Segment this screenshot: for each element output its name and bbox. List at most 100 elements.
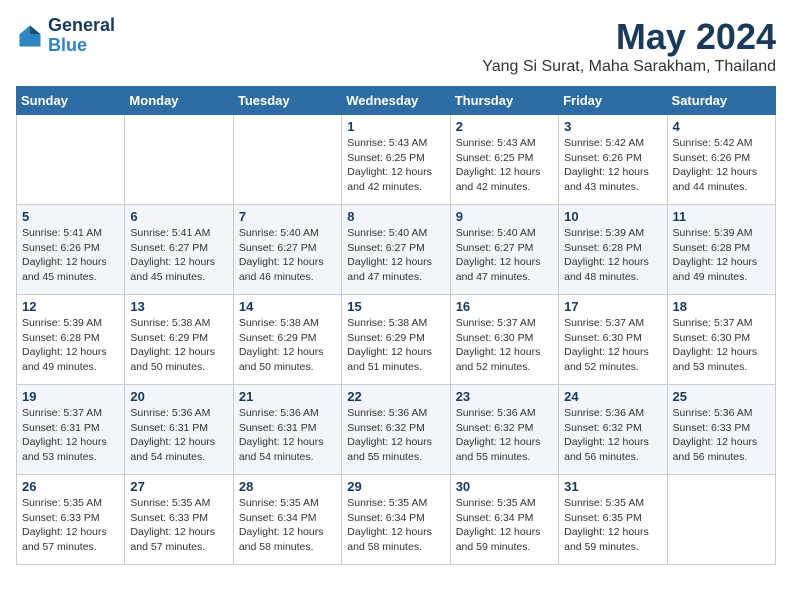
- day-number: 21: [239, 389, 336, 404]
- day-info: Sunrise: 5:42 AM Sunset: 6:26 PM Dayligh…: [673, 136, 770, 195]
- day-info: Sunrise: 5:43 AM Sunset: 6:25 PM Dayligh…: [456, 136, 553, 195]
- calendar-cell: 28 Sunrise: 5:35 AM Sunset: 6:34 PM Dayli…: [233, 475, 341, 565]
- calendar-cell: [17, 115, 125, 205]
- calendar-week-row: 19Sunrise: 5:37 AM Sunset: 6:31 PM Dayli…: [17, 385, 776, 475]
- calendar-cell: 6 Sunrise: 5:41 AM Sunset: 6:27 PM Daylig…: [125, 205, 233, 295]
- day-info: Sunrise: 5:35 AM Sunset: 6:35 PM Dayligh…: [564, 496, 661, 555]
- calendar-cell: 27 Sunrise: 5:35 AM Sunset: 6:33 PM Dayli…: [125, 475, 233, 565]
- day-number: 4: [673, 119, 770, 134]
- day-info: Sunrise: 5:38 AM Sunset: 6:29 PM Dayligh…: [130, 316, 227, 375]
- column-header-thursday: Thursday: [450, 87, 558, 115]
- day-info: Sunrise: 5:36 AM Sunset: 6:31 PM Dayligh…: [130, 406, 227, 465]
- calendar-cell: [667, 475, 775, 565]
- calendar-title: May 2024: [482, 16, 776, 58]
- day-number: 26: [22, 479, 119, 494]
- day-info: Sunrise: 5:37 AM Sunset: 6:31 PM Dayligh…: [22, 406, 119, 465]
- day-number: 12: [22, 299, 119, 314]
- day-info: Sunrise: 5:35 AM Sunset: 6:34 PM Dayligh…: [239, 496, 336, 555]
- calendar-cell: 31 Sunrise: 5:35 AM Sunset: 6:35 PM Dayli…: [559, 475, 667, 565]
- day-number: 20: [130, 389, 227, 404]
- day-number: 6: [130, 209, 227, 224]
- day-info: Sunrise: 5:43 AM Sunset: 6:25 PM Dayligh…: [347, 136, 444, 195]
- calendar-cell: 15Sunrise: 5:38 AM Sunset: 6:29 PM Dayli…: [342, 295, 450, 385]
- calendar-cell: 14 Sunrise: 5:38 AM Sunset: 6:29 PM Dayli…: [233, 295, 341, 385]
- day-number: 13: [130, 299, 227, 314]
- day-number: 18: [673, 299, 770, 314]
- calendar-cell: 9 Sunrise: 5:40 AM Sunset: 6:27 PM Daylig…: [450, 205, 558, 295]
- day-number: 8: [347, 209, 444, 224]
- day-info: Sunrise: 5:39 AM Sunset: 6:28 PM Dayligh…: [673, 226, 770, 285]
- calendar-subtitle: Yang Si Surat, Maha Sarakham, Thailand: [482, 58, 776, 76]
- title-block: May 2024 Yang Si Surat, Maha Sarakham, T…: [482, 16, 776, 76]
- column-header-friday: Friday: [559, 87, 667, 115]
- day-info: Sunrise: 5:36 AM Sunset: 6:31 PM Dayligh…: [239, 406, 336, 465]
- day-number: 3: [564, 119, 661, 134]
- day-info: Sunrise: 5:39 AM Sunset: 6:28 PM Dayligh…: [564, 226, 661, 285]
- calendar-cell: 13 Sunrise: 5:38 AM Sunset: 6:29 PM Dayli…: [125, 295, 233, 385]
- calendar-cell: 26 Sunrise: 5:35 AM Sunset: 6:33 PM Dayli…: [17, 475, 125, 565]
- page-header: General Blue May 2024 Yang Si Surat, Mah…: [16, 16, 776, 76]
- day-number: 14: [239, 299, 336, 314]
- calendar-cell: 19Sunrise: 5:37 AM Sunset: 6:31 PM Dayli…: [17, 385, 125, 475]
- day-info: Sunrise: 5:42 AM Sunset: 6:26 PM Dayligh…: [564, 136, 661, 195]
- calendar-week-row: 5Sunrise: 5:41 AM Sunset: 6:26 PM Daylig…: [17, 205, 776, 295]
- day-info: Sunrise: 5:41 AM Sunset: 6:27 PM Dayligh…: [130, 226, 227, 285]
- day-info: Sunrise: 5:36 AM Sunset: 6:32 PM Dayligh…: [347, 406, 444, 465]
- calendar-cell: 3 Sunrise: 5:42 AM Sunset: 6:26 PM Daylig…: [559, 115, 667, 205]
- calendar-cell: 17 Sunrise: 5:37 AM Sunset: 6:30 PM Dayli…: [559, 295, 667, 385]
- day-info: Sunrise: 5:35 AM Sunset: 6:33 PM Dayligh…: [130, 496, 227, 555]
- day-number: 9: [456, 209, 553, 224]
- day-number: 15: [347, 299, 444, 314]
- day-number: 27: [130, 479, 227, 494]
- day-number: 16: [456, 299, 553, 314]
- calendar-cell: 12Sunrise: 5:39 AM Sunset: 6:28 PM Dayli…: [17, 295, 125, 385]
- column-header-monday: Monday: [125, 87, 233, 115]
- day-number: 23: [456, 389, 553, 404]
- calendar-cell: 24 Sunrise: 5:36 AM Sunset: 6:32 PM Dayli…: [559, 385, 667, 475]
- day-info: Sunrise: 5:36 AM Sunset: 6:32 PM Dayligh…: [564, 406, 661, 465]
- calendar-cell: 21 Sunrise: 5:36 AM Sunset: 6:31 PM Dayli…: [233, 385, 341, 475]
- calendar-header-row: SundayMondayTuesdayWednesdayThursdayFrid…: [17, 87, 776, 115]
- calendar-cell: 23 Sunrise: 5:36 AM Sunset: 6:32 PM Dayli…: [450, 385, 558, 475]
- logo: General Blue: [16, 16, 115, 56]
- column-header-sunday: Sunday: [17, 87, 125, 115]
- column-header-tuesday: Tuesday: [233, 87, 341, 115]
- day-info: Sunrise: 5:35 AM Sunset: 6:33 PM Dayligh…: [22, 496, 119, 555]
- calendar-week-row: 12Sunrise: 5:39 AM Sunset: 6:28 PM Dayli…: [17, 295, 776, 385]
- day-info: Sunrise: 5:38 AM Sunset: 6:29 PM Dayligh…: [239, 316, 336, 375]
- day-number: 31: [564, 479, 661, 494]
- calendar-cell: [125, 115, 233, 205]
- calendar-cell: 8 Sunrise: 5:40 AM Sunset: 6:27 PM Daylig…: [342, 205, 450, 295]
- day-info: Sunrise: 5:36 AM Sunset: 6:32 PM Dayligh…: [456, 406, 553, 465]
- day-number: 17: [564, 299, 661, 314]
- calendar-cell: 22 Sunrise: 5:36 AM Sunset: 6:32 PM Dayli…: [342, 385, 450, 475]
- day-number: 29: [347, 479, 444, 494]
- calendar-cell: 25Sunrise: 5:36 AM Sunset: 6:33 PM Dayli…: [667, 385, 775, 475]
- calendar-week-row: 1Sunrise: 5:43 AM Sunset: 6:25 PM Daylig…: [17, 115, 776, 205]
- day-info: Sunrise: 5:35 AM Sunset: 6:34 PM Dayligh…: [347, 496, 444, 555]
- day-info: Sunrise: 5:35 AM Sunset: 6:34 PM Dayligh…: [456, 496, 553, 555]
- calendar-cell: 5Sunrise: 5:41 AM Sunset: 6:26 PM Daylig…: [17, 205, 125, 295]
- calendar-cell: 7Sunrise: 5:40 AM Sunset: 6:27 PM Daylig…: [233, 205, 341, 295]
- day-number: 28: [239, 479, 336, 494]
- calendar-cell: 18 Sunrise: 5:37 AM Sunset: 6:30 PM Dayli…: [667, 295, 775, 385]
- day-number: 22: [347, 389, 444, 404]
- calendar-cell: 29 Sunrise: 5:35 AM Sunset: 6:34 PM Dayli…: [342, 475, 450, 565]
- day-number: 10: [564, 209, 661, 224]
- day-number: 24: [564, 389, 661, 404]
- calendar-week-row: 26 Sunrise: 5:35 AM Sunset: 6:33 PM Dayli…: [17, 475, 776, 565]
- day-number: 2: [456, 119, 553, 134]
- day-info: Sunrise: 5:40 AM Sunset: 6:27 PM Dayligh…: [456, 226, 553, 285]
- day-info: Sunrise: 5:37 AM Sunset: 6:30 PM Dayligh…: [456, 316, 553, 375]
- day-info: Sunrise: 5:41 AM Sunset: 6:26 PM Dayligh…: [22, 226, 119, 285]
- calendar-cell: 11 Sunrise: 5:39 AM Sunset: 6:28 PM Dayli…: [667, 205, 775, 295]
- column-header-wednesday: Wednesday: [342, 87, 450, 115]
- day-info: Sunrise: 5:36 AM Sunset: 6:33 PM Dayligh…: [673, 406, 770, 465]
- day-number: 11: [673, 209, 770, 224]
- day-info: Sunrise: 5:37 AM Sunset: 6:30 PM Dayligh…: [673, 316, 770, 375]
- column-header-saturday: Saturday: [667, 87, 775, 115]
- day-info: Sunrise: 5:37 AM Sunset: 6:30 PM Dayligh…: [564, 316, 661, 375]
- calendar-cell: 30Sunrise: 5:35 AM Sunset: 6:34 PM Dayli…: [450, 475, 558, 565]
- day-info: Sunrise: 5:40 AM Sunset: 6:27 PM Dayligh…: [347, 226, 444, 285]
- calendar-cell: 2 Sunrise: 5:43 AM Sunset: 6:25 PM Daylig…: [450, 115, 558, 205]
